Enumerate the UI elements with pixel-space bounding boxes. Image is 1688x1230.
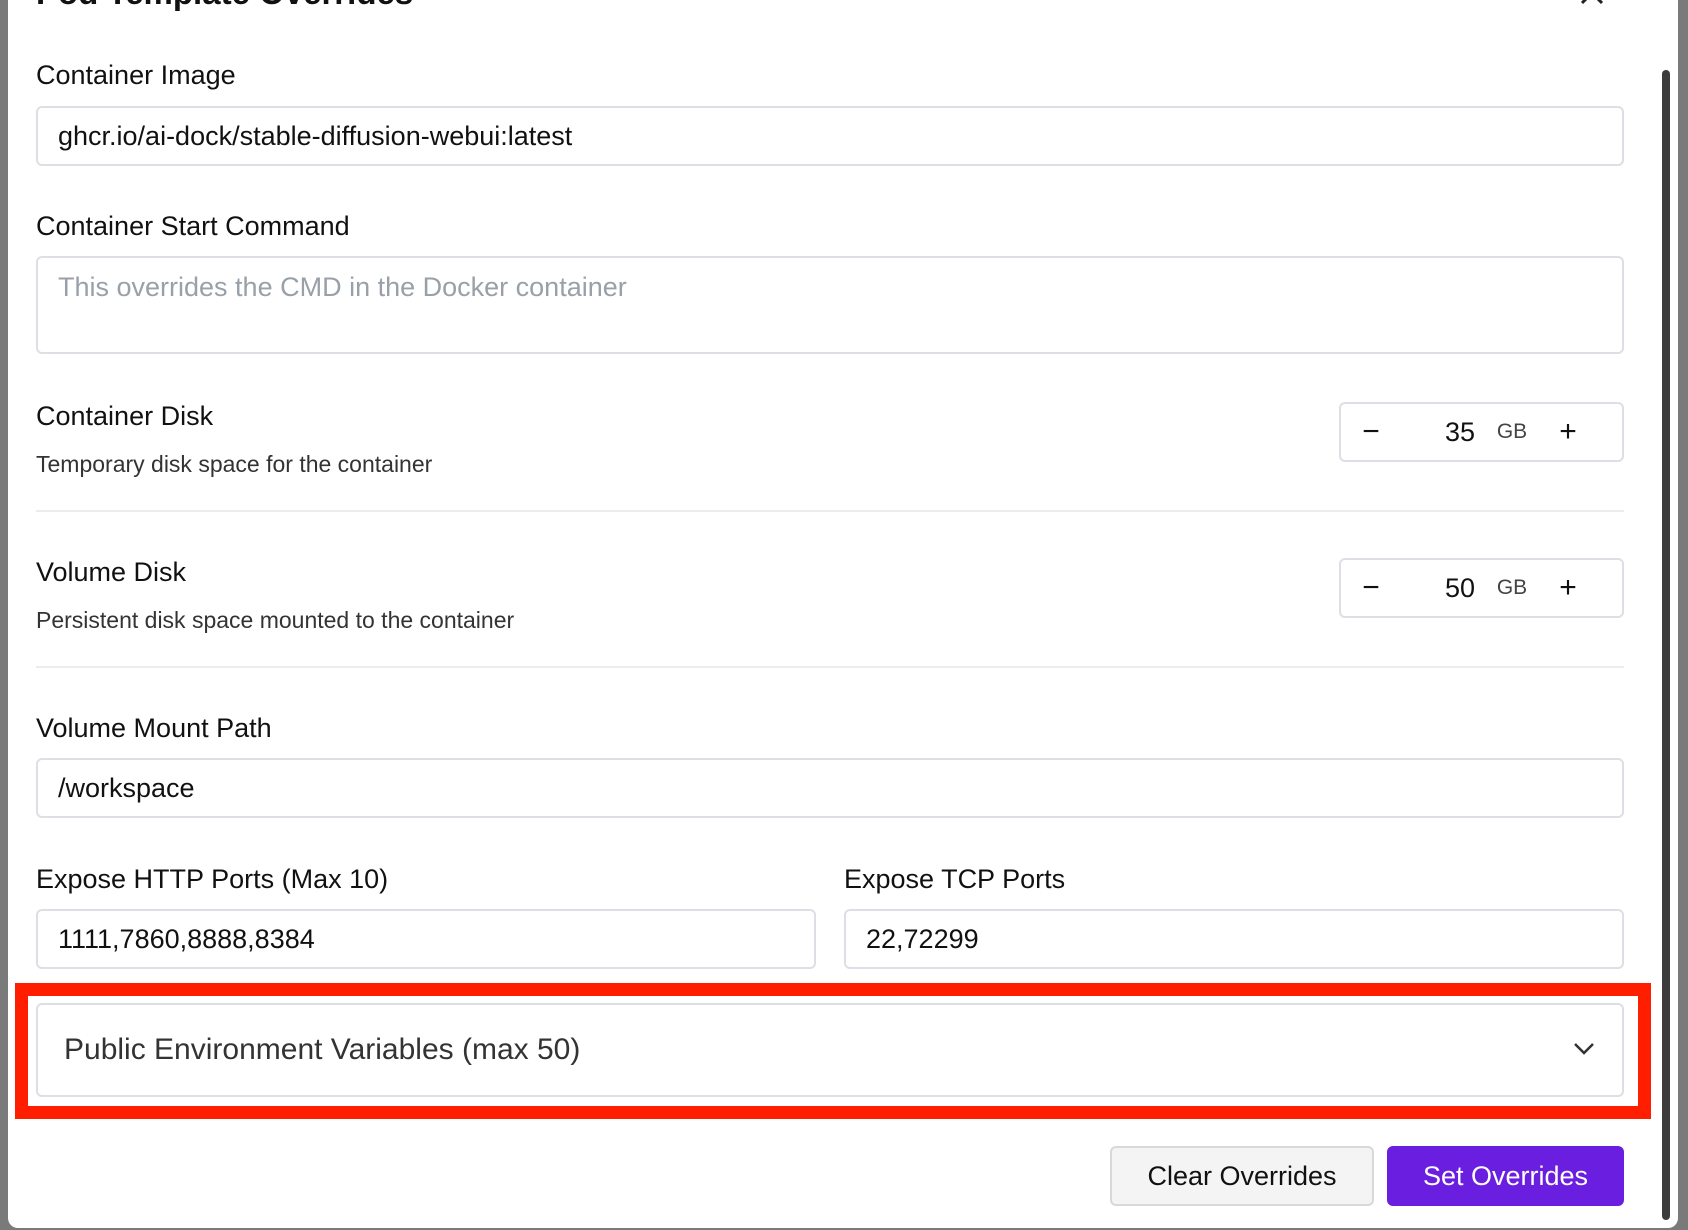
plus-icon[interactable]: + <box>1543 571 1593 605</box>
container-disk-label: Container Disk <box>36 401 214 431</box>
env-vars-accordion[interactable]: Public Environment Variables (max 50) <box>36 1003 1624 1097</box>
env-vars-label: Public Environment Variables (max 50) <box>64 1033 581 1066</box>
volume-mount-label: Volume Mount Path <box>36 713 272 743</box>
http-ports-label: Expose HTTP Ports (Max 10) <box>36 864 389 894</box>
container-disk-description: Temporary disk space for the container <box>36 451 433 477</box>
minus-icon[interactable]: − <box>1341 415 1401 449</box>
volume-disk-description: Persistent disk space mounted to the con… <box>36 607 515 633</box>
volume-disk-stepper: − 50 GB + <box>1339 558 1624 618</box>
volume-disk-label: Volume Disk <box>36 557 187 587</box>
chevron-down-icon <box>1572 1040 1596 1061</box>
volume-mount-input[interactable]: /workspace <box>36 758 1624 818</box>
start-command-textarea[interactable]: This overrides the CMD in the Docker con… <box>36 256 1624 354</box>
divider <box>36 666 1624 668</box>
dialog-title: Pod Template Overrides <box>36 0 413 12</box>
http-ports-input[interactable]: 1111,7860,8888,8384 <box>36 909 816 969</box>
container-disk-unit: GB <box>1496 420 1528 443</box>
set-overrides-button[interactable]: Set Overrides <box>1387 1146 1624 1206</box>
volume-disk-value[interactable]: 50 <box>1401 573 1481 604</box>
divider <box>36 510 1624 512</box>
tcp-ports-input[interactable]: 22,72299 <box>844 909 1624 969</box>
pod-template-overrides-dialog: Pod Template Overrides Container Image g… <box>8 0 1678 1228</box>
volume-disk-unit: GB <box>1496 576 1528 599</box>
tcp-ports-label: Expose TCP Ports <box>844 864 1066 894</box>
container-disk-value[interactable]: 35 <box>1401 417 1481 448</box>
start-command-label: Container Start Command <box>36 211 350 241</box>
container-image-label: Container Image <box>36 60 236 90</box>
container-image-input[interactable]: ghcr.io/ai-dock/stable-diffusion-webui:l… <box>36 106 1624 166</box>
clear-overrides-button[interactable]: Clear Overrides <box>1110 1146 1374 1206</box>
container-disk-stepper: − 35 GB + <box>1339 402 1624 462</box>
plus-icon[interactable]: + <box>1543 415 1593 449</box>
scrollbar[interactable] <box>1662 70 1670 1220</box>
minus-icon[interactable]: − <box>1341 571 1401 605</box>
close-icon[interactable] <box>1576 0 1608 12</box>
